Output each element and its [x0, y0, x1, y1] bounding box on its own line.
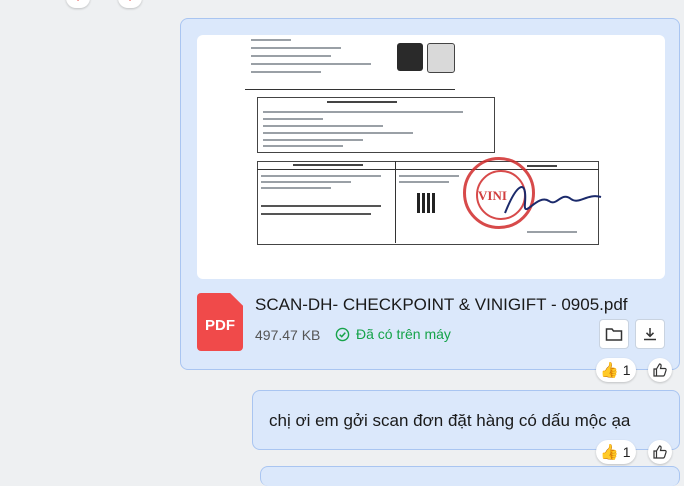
previous-reaction-heart-2[interactable]: ❤	[118, 0, 142, 8]
check-circle-icon	[335, 327, 350, 341]
scanned-document: VINI	[227, 35, 637, 279]
signature	[504, 186, 602, 214]
message-text: chị ơi em gởi scan đơn đặt hàng có dấu m…	[269, 411, 631, 430]
download-button[interactable]	[635, 319, 665, 349]
folder-icon	[605, 328, 623, 341]
like-button-2[interactable]	[648, 440, 672, 464]
download-icon	[644, 328, 656, 341]
file-size: 497.47 KB	[255, 327, 321, 343]
pdf-file-icon: PDF	[197, 293, 243, 351]
reaction-summary[interactable]: 👍 1	[596, 358, 637, 382]
pdf-preview-image[interactable]: VINI	[197, 35, 665, 279]
file-info-row: PDF SCAN-DH- CHECKPOINT & VINIGIFT - 090…	[197, 291, 665, 351]
thumbs-up-icon: 👍	[600, 444, 619, 461]
like-button[interactable]	[648, 358, 672, 382]
heart-icon: ❤	[125, 0, 135, 5]
previous-reaction-heart[interactable]: ❤	[66, 0, 90, 8]
file-message-bubble[interactable]: VINI PDF SCAN-DH- CHECKPOINT & VINIGIFT …	[180, 18, 680, 370]
thumbs-up-icon: 👍	[600, 362, 619, 379]
like-outline-icon	[653, 363, 667, 377]
open-folder-button[interactable]	[599, 319, 629, 349]
reaction-summary-2[interactable]: 👍 1	[596, 440, 637, 464]
file-name[interactable]: SCAN-DH- CHECKPOINT & VINIGIFT - 0905.pd…	[255, 295, 628, 315]
like-outline-icon	[653, 445, 667, 459]
saved-status: Đã có trên máy	[335, 326, 451, 342]
next-message-bubble[interactable]	[260, 466, 680, 486]
heart-icon: ❤	[73, 0, 83, 5]
